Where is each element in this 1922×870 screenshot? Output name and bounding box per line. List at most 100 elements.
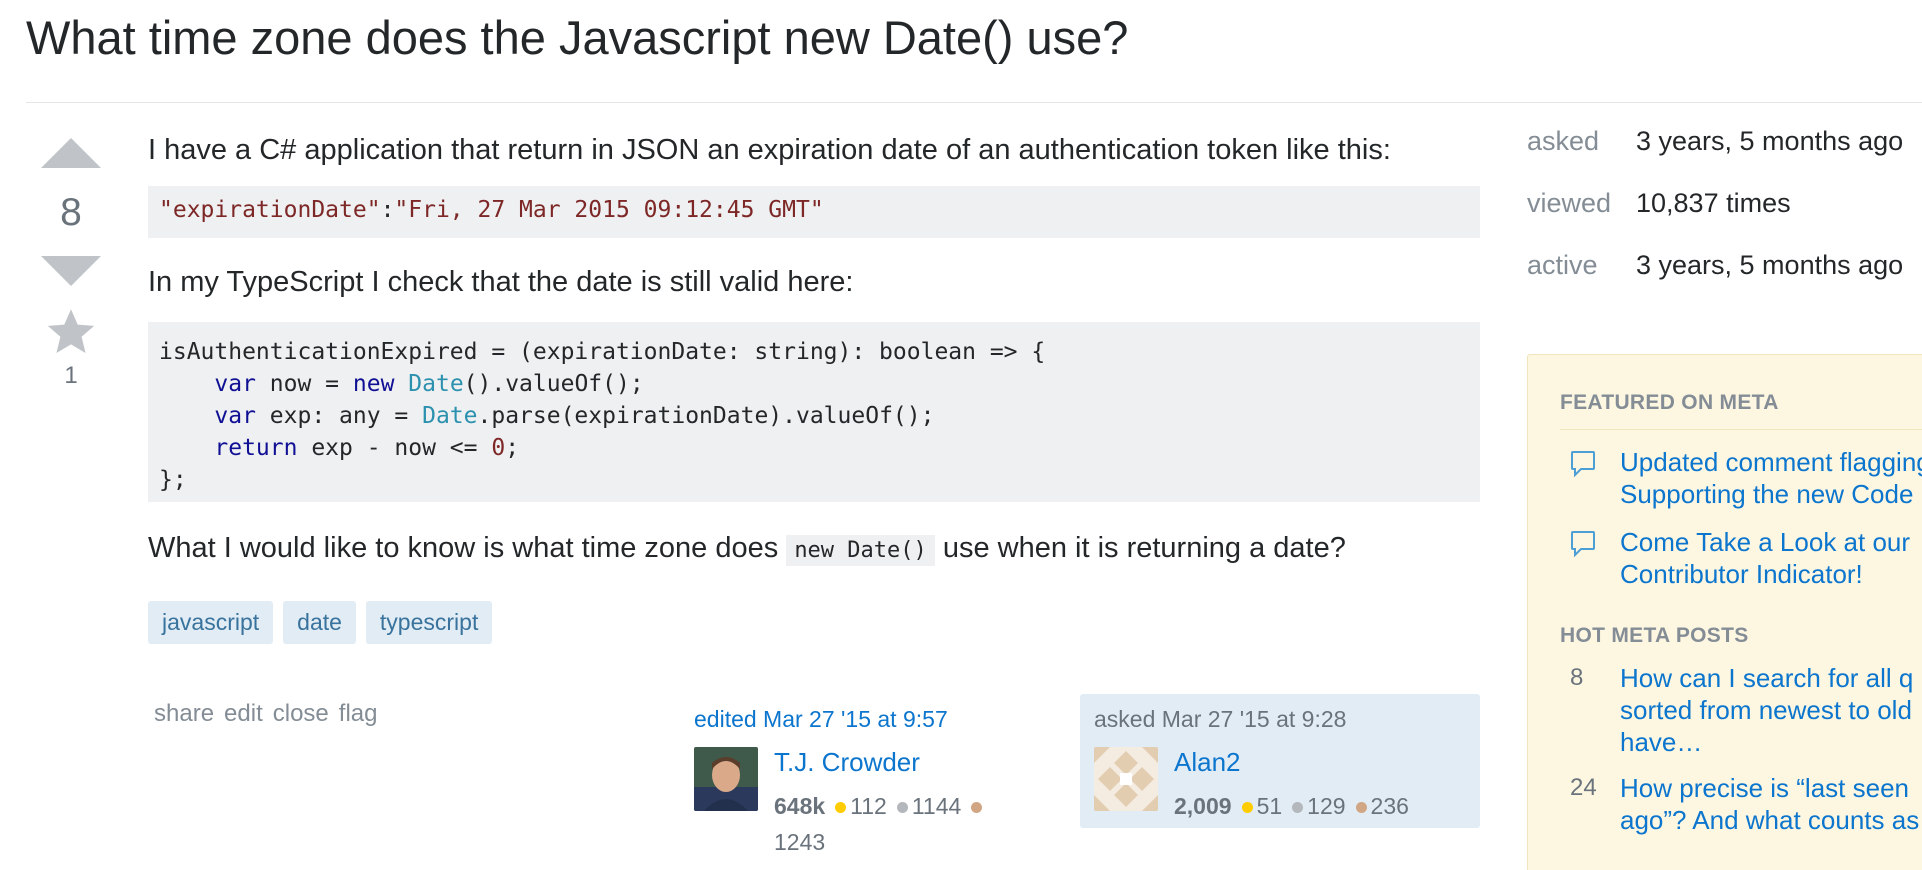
code-block-typescript: isAuthenticationExpired = (expirationDat…	[148, 322, 1480, 502]
editor-details: T.J. Crowder 648k 112 1144 1243	[774, 747, 986, 860]
stat-viewed: viewed 10,837 times	[1527, 188, 1903, 250]
hot-post-link[interactable]: How can I search for all q sorted from n…	[1620, 662, 1913, 758]
owner-signature: asked Mar 27 '15 at 9:28 Alan2 2,009 51 12…	[1080, 694, 1480, 828]
featured-link[interactable]: Updated comment flagging Supporting the …	[1620, 446, 1922, 510]
code-exp-decl: exp: any =	[255, 403, 423, 429]
editor-usercard: T.J. Crowder 648k 112 1144 1243	[694, 747, 1024, 860]
featured-link[interactable]: Come Take a Look at our Contributor Indi…	[1620, 526, 1910, 590]
editor-rep-score: 648k	[774, 793, 826, 819]
question-body: I have a C# application that return in J…	[148, 128, 1480, 644]
featured-link-line2[interactable]: Contributor Indicator!	[1620, 558, 1910, 590]
body-paragraph-3-end: use when it is returning a date?	[934, 532, 1346, 564]
code-kw-return: return	[214, 435, 298, 461]
tag-date[interactable]: date	[283, 601, 356, 644]
silver-badge-icon	[896, 802, 908, 813]
hot-link-line3[interactable]: have…	[1620, 726, 1913, 758]
owner-silver-count: 129	[1307, 793, 1346, 819]
gold-badge-icon	[1241, 802, 1253, 813]
close-link[interactable]: close	[273, 700, 329, 728]
code-parse: .parse(expirationDate).valueOf();	[477, 403, 935, 429]
hot-link-line2[interactable]: sorted from newest to old	[1620, 694, 1913, 726]
gold-badge-icon	[835, 802, 847, 813]
post-menu: share edit close flag	[154, 700, 377, 728]
editor-silver-count: 1144	[911, 793, 962, 819]
code-block-json: "expirationDate":"Fri, 27 Mar 2015 09:12…	[148, 186, 1480, 238]
editor-reputation: 648k 112 1144 1243	[774, 788, 986, 860]
tag-javascript[interactable]: javascript	[148, 601, 274, 644]
featured-meta-box: FEATURED ON META Updated comment flaggin…	[1527, 354, 1922, 870]
owner-details: Alan2 2,009 51 129 236	[1174, 747, 1409, 824]
question-stats: asked 3 years, 5 months ago viewed 10,83…	[1527, 126, 1903, 312]
favorite-count: 1	[64, 362, 78, 389]
hot-meta-header: HOT META POSTS	[1560, 624, 1749, 647]
flag-link[interactable]: flag	[339, 700, 378, 728]
edited-timestamp[interactable]: edited Mar 27 '15 at 9:57	[694, 706, 1024, 733]
featured-link-line1[interactable]: Updated comment flagging	[1620, 446, 1922, 478]
owner-reputation: 2,009 51 129 236	[1174, 788, 1409, 824]
code-line-5: };	[159, 467, 187, 493]
upvote-arrow-icon[interactable]	[41, 138, 101, 168]
stat-value: 3 years, 5 months ago	[1636, 126, 1904, 156]
tag-list: javascript date typescript	[148, 601, 1480, 644]
speech-bubble-icon	[1560, 446, 1620, 510]
code-json-key: "expirationDate"	[159, 197, 381, 223]
stat-asked: asked 3 years, 5 months ago	[1527, 126, 1903, 188]
hot-link-line1[interactable]: How precise is “last seen	[1620, 772, 1919, 804]
favorite-star-icon[interactable]	[45, 306, 97, 358]
bronze-badge-icon	[971, 802, 983, 813]
editor-signature: edited Mar 27 '15 at 9:57 T.J. Crowder 6…	[694, 706, 1024, 860]
featured-meta-header: FEATURED ON META	[1560, 391, 1779, 414]
code-kw-new: new	[352, 371, 395, 397]
featured-item: Come Take a Look at our Contributor Indi…	[1560, 526, 1922, 590]
code-json-value: "Fri, 27 Mar 2015 09:12:45 GMT"	[394, 197, 824, 223]
inline-code: new Date()	[786, 535, 935, 566]
body-paragraph-1: I have a C# application that return in J…	[148, 134, 1391, 166]
code-type-date: Date	[422, 403, 478, 429]
stat-active: active 3 years, 5 months ago	[1527, 250, 1903, 312]
hot-post-score: 8	[1570, 664, 1584, 691]
code-number-zero: 0	[491, 435, 506, 461]
question-title[interactable]: What time zone does the Javascript new D…	[26, 10, 1128, 65]
body-paragraph-3-start: What I would like to know is what time z…	[148, 532, 787, 564]
owner-name[interactable]: Alan2	[1174, 747, 1409, 778]
code-kw-var: var	[214, 403, 256, 429]
owner-bronze-count: 236	[1370, 793, 1409, 819]
owner-usercard: Alan2 2,009 51 129 236	[1094, 747, 1466, 824]
stat-label: active	[1527, 250, 1598, 280]
code-line-1: isAuthenticationExpired = (expirationDat…	[159, 339, 1046, 365]
code-kw-var: var	[214, 371, 256, 397]
bronze-badge-icon	[1355, 802, 1367, 813]
code-now-assign: now =	[255, 371, 353, 397]
edit-link[interactable]: edit	[224, 700, 263, 728]
code-json-colon: :	[380, 197, 395, 223]
owner-rep-score: 2,009	[1174, 793, 1232, 819]
owner-identicon-avatar[interactable]	[1094, 747, 1158, 811]
body-paragraph-3: What I would like to know is what time z…	[148, 526, 1480, 573]
stat-label: asked	[1527, 126, 1600, 156]
code-semicolon: ;	[505, 435, 520, 461]
featured-link-line1[interactable]: Come Take a Look at our	[1620, 526, 1910, 558]
editor-bronze-count: 1243	[774, 829, 826, 855]
silver-badge-icon	[1292, 802, 1304, 813]
code-return-expr: exp - now <=	[297, 435, 492, 461]
hot-link-line2[interactable]: ago”? And what counts as	[1620, 804, 1919, 836]
tag-typescript[interactable]: typescript	[365, 601, 493, 644]
vote-cell: 8 1	[38, 138, 104, 390]
hot-post-link[interactable]: How precise is “last seen ago”? And what…	[1620, 772, 1919, 836]
featured-link-line2[interactable]: Supporting the new Code	[1620, 478, 1922, 510]
stat-value[interactable]: 3 years, 5 months ago	[1636, 250, 1903, 312]
hot-post-score: 24	[1570, 774, 1597, 801]
hot-link-line1[interactable]: How can I search for all q	[1620, 662, 1913, 694]
editor-avatar[interactable]	[694, 747, 758, 811]
vote-count: 8	[60, 191, 82, 234]
editor-name[interactable]: T.J. Crowder	[774, 747, 986, 778]
body-paragraph-2: In my TypeScript I check that the date i…	[148, 266, 854, 298]
share-link[interactable]: share	[154, 700, 214, 728]
editor-gold-count: 112	[850, 793, 887, 819]
downvote-arrow-icon[interactable]	[41, 256, 101, 286]
owner-gold-count: 51	[1256, 793, 1283, 819]
